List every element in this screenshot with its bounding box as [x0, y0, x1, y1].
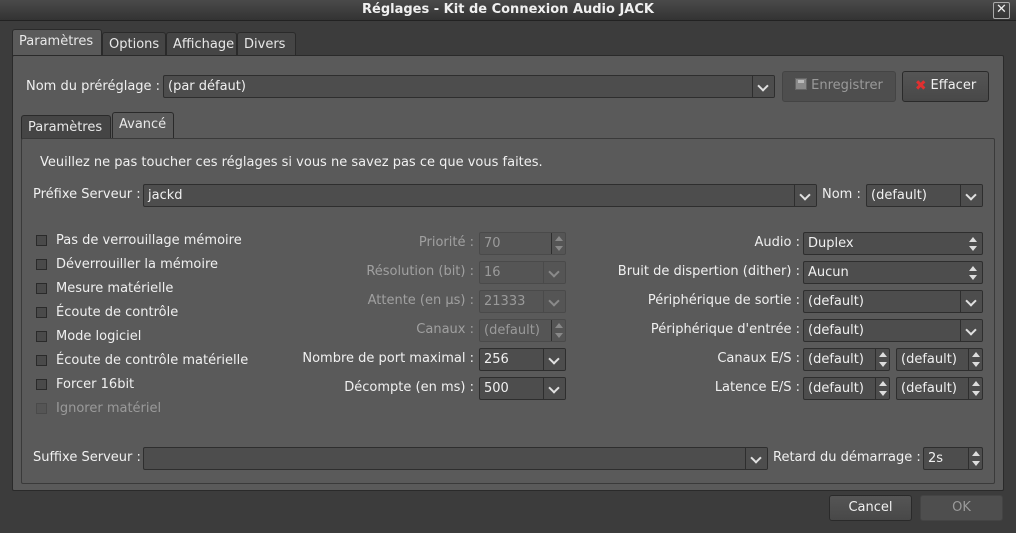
spin-arrows-icon[interactable] [968, 349, 982, 370]
startup-delay-label: Retard du démarrage : [773, 450, 921, 465]
timeout-combo[interactable]: 500 [479, 377, 566, 400]
max-ports-label: Nombre de port maximal : [302, 351, 474, 366]
io-latency-label: Latence E/S : [714, 380, 800, 395]
ok-button[interactable]: OK [920, 495, 1003, 521]
chevron-down-icon [960, 320, 982, 341]
checkbox-box[interactable] [36, 355, 47, 366]
server-suffix-combo[interactable] [143, 447, 768, 470]
wait-label: Attente (en µs) : [367, 293, 474, 308]
channels-spinbox[interactable]: (default) [479, 319, 566, 342]
startup-delay-spinbox[interactable]: 2s [923, 447, 983, 470]
preset-name-combo[interactable]: (par défaut) [163, 75, 775, 98]
chevron-down-icon [543, 291, 565, 312]
checkbox-box[interactable] [36, 307, 47, 318]
max-ports-combo[interactable]: 256 [479, 348, 566, 371]
chevron-down-icon [960, 185, 982, 206]
checkbox-box[interactable] [36, 259, 47, 270]
name-label: Nom : [822, 187, 861, 202]
cancel-button[interactable]: Cancel [829, 495, 912, 521]
tab-parametres[interactable]: Paramètres [12, 29, 102, 56]
chevron-down-icon [543, 349, 565, 370]
spin-arrows-icon[interactable] [875, 349, 889, 370]
warning-text: Veuillez ne pas toucher ces réglages si … [40, 155, 543, 170]
dither-select[interactable]: Aucun [803, 261, 983, 284]
save-icon [795, 78, 808, 90]
dither-label: Bruit de dispertion (dither) : [617, 264, 800, 279]
spin-arrows-icon[interactable] [968, 448, 982, 469]
priority-spinbox[interactable]: 70 [479, 232, 566, 255]
delete-button[interactable]: ✖ Effacer [902, 71, 989, 102]
output-device-combo[interactable]: (default) [803, 290, 983, 313]
subtab-parametres[interactable]: Paramètres [21, 115, 111, 139]
resolution-label: Résolution (bit) : [366, 264, 474, 279]
spin-arrows-icon[interactable] [968, 378, 982, 399]
spin-arrows-icon[interactable] [875, 378, 889, 399]
tab-options[interactable]: Options [102, 32, 166, 56]
chevron-down-icon [960, 291, 982, 312]
io-channels-in-spinbox[interactable]: (default) [803, 348, 890, 371]
close-icon[interactable]: ✕ [993, 2, 1010, 19]
server-suffix-label: Suffixe Serveur : [33, 450, 141, 465]
checkbox-box[interactable] [36, 283, 47, 294]
settings-dialog: Paramètres Options Affichage Divers Nom … [0, 21, 1016, 533]
channels-label: Canaux : [416, 322, 474, 337]
subtab-avance[interactable]: Avancé [112, 112, 174, 139]
timeout-label: Décompte (en ms) : [344, 380, 474, 395]
checkbox-box[interactable] [36, 403, 47, 414]
output-device-label: Périphérique de sortie : [647, 293, 800, 308]
io-latency-out-spinbox[interactable]: (default) [896, 377, 983, 400]
checkbox-box[interactable] [36, 379, 47, 390]
wait-combo[interactable]: 21333 [479, 290, 566, 313]
window-title: Réglages - Kit de Connexion Audio JACK [362, 2, 654, 17]
parametres-panel: Nom du préréglage : (par défaut) Enregis… [12, 55, 1004, 491]
resolution-combo[interactable]: 16 [479, 261, 566, 284]
preset-name-label: Nom du préréglage : [26, 79, 161, 94]
preset-name-value: (par défaut) [168, 79, 246, 94]
chevron-down-icon [794, 185, 816, 206]
server-prefix-combo[interactable]: jackd [143, 184, 817, 207]
advanced-panel: Veuillez ne pas toucher ces réglages si … [21, 138, 995, 484]
title-bar: Réglages - Kit de Connexion Audio JACK ✕ [0, 0, 1016, 21]
io-channels-label: Canaux E/S : [717, 351, 800, 366]
input-device-label: Périphérique d'entrée : [650, 322, 800, 337]
input-device-combo[interactable]: (default) [803, 319, 983, 342]
chevron-down-icon [543, 378, 565, 399]
spin-arrows-icon[interactable] [551, 320, 565, 341]
checkbox-box[interactable] [36, 331, 47, 342]
save-button[interactable]: Enregistrer [782, 71, 896, 102]
io-latency-in-spinbox[interactable]: (default) [803, 377, 890, 400]
server-prefix-label: Préfixe Serveur : [33, 187, 141, 202]
checkbox-box[interactable] [36, 235, 47, 246]
priority-label: Priorité : [418, 235, 474, 250]
tab-divers[interactable]: Divers [237, 32, 296, 56]
delete-icon: ✖ [914, 78, 927, 94]
chevron-down-icon [543, 262, 565, 283]
spin-arrows-icon[interactable] [551, 233, 565, 254]
io-channels-out-spinbox[interactable]: (default) [896, 348, 983, 371]
updown-arrows-icon [968, 236, 978, 252]
chevron-down-icon [745, 448, 767, 469]
chevron-down-icon [752, 76, 774, 97]
audio-label: Audio : [754, 235, 800, 250]
audio-select[interactable]: Duplex [803, 232, 983, 255]
tab-affichage[interactable]: Affichage [166, 32, 237, 56]
name-combo[interactable]: (default) [866, 184, 983, 207]
updown-arrows-icon [968, 265, 978, 281]
